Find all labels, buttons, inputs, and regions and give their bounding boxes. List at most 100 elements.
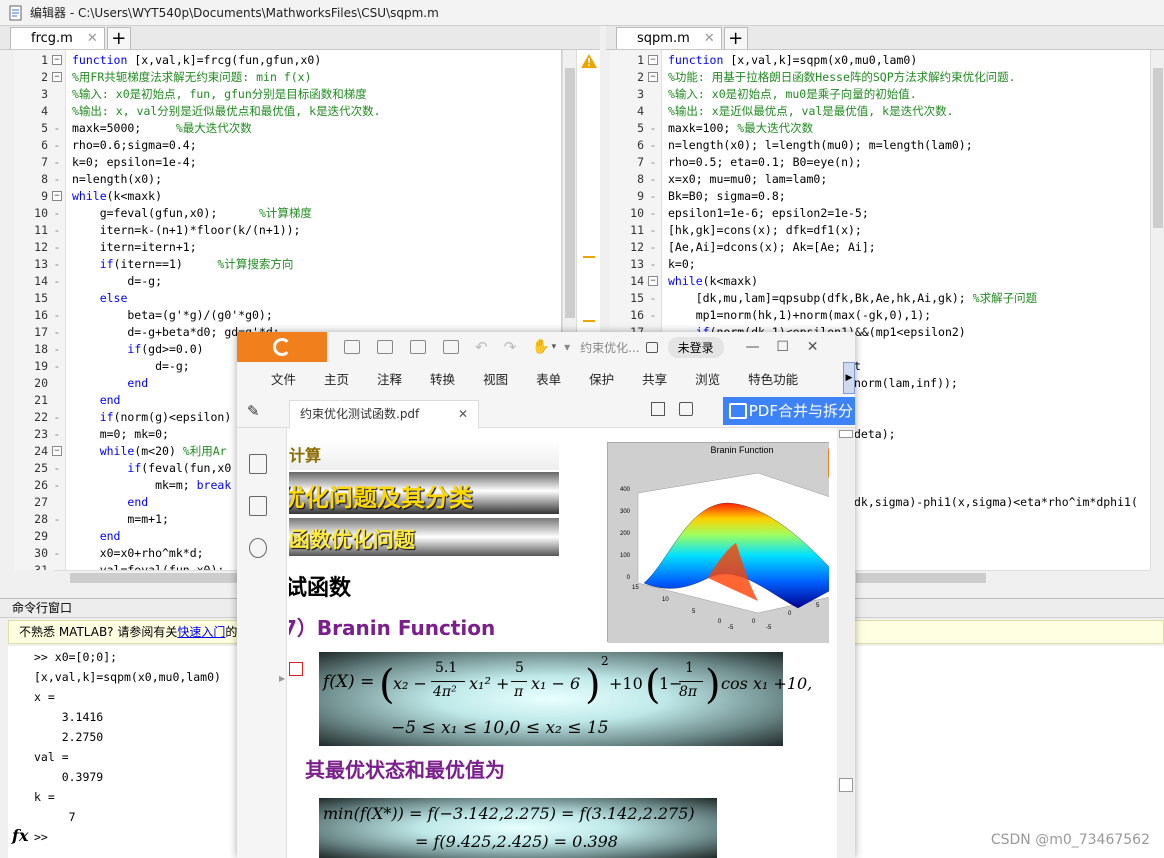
warning-marker[interactable] [583,256,595,258]
chevron-right-icon[interactable]: ▶ [843,362,855,394]
breakpoint-marker[interactable]: - [52,426,62,443]
warning-icon[interactable] [581,54,597,68]
code-line[interactable]: 7- k=0; epsilon=1e-4; [14,154,561,171]
code-line[interactable]: 14- d=-g; [14,273,561,290]
breakpoint-marker[interactable]: - [52,562,62,570]
code-line[interactable]: 15- [dk,mu,lam]=qpsubp(dfk,Bk,Ae,hk,Ai,g… [610,290,1153,307]
code-line[interactable]: 9− while(k<maxk) [14,188,561,205]
breakpoint-marker[interactable]: - [648,222,658,239]
breakpoint-marker[interactable]: - [52,511,62,528]
fold-toggle-icon[interactable]: − [648,72,658,82]
hand-tool-icon[interactable]: ✋ [532,339,549,355]
code-line[interactable]: 13- k=0; [610,256,1153,273]
edit-pen-icon[interactable]: ✎ [247,402,260,420]
breakpoint-marker[interactable]: - [648,171,658,188]
pdf-vertical-scrollbar[interactable] [837,428,855,858]
code-line[interactable]: 12- itern=itern+1; [14,239,561,256]
fold-toggle-icon[interactable]: − [648,276,658,286]
breakpoint-marker[interactable]: - [52,239,62,256]
grid-view-icon[interactable] [651,402,665,416]
breakpoint-marker[interactable]: - [648,256,658,273]
code-line[interactable]: 3 %输入: x0是初始点, mu0是乘子向量的初始值. [610,86,1153,103]
code-line[interactable]: 6- rho=0.6;sigma=0.4; [14,137,561,154]
menu-home[interactable]: 主页 [324,369,349,388]
pdf-document-tab[interactable]: 约束优化测试函数.pdf ✕ [289,400,479,428]
scroll-thumb[interactable] [839,778,853,792]
code-line[interactable]: 11- [hk,gk]=cons(x); dfk=df1(x); [610,222,1153,239]
breakpoint-marker[interactable]: - [52,256,62,273]
code-line[interactable]: 12- [Ae,Ai]=dcons(x); Ak=[Ae; Ai]; [610,239,1153,256]
tab-frcg[interactable]: frcg.m ✕ [10,27,105,49]
code-line[interactable]: 8- x=x0; mu=mu0; lam=lam0; [610,171,1153,188]
breakpoint-marker[interactable]: - [648,120,658,137]
fold-toggle-icon[interactable]: − [52,55,62,65]
new-file-icon[interactable] [443,340,459,354]
open-folder-icon[interactable] [344,340,360,354]
close-icon[interactable]: ✕ [87,31,98,46]
code-line[interactable]: 10- g=feval(gfun,x0); %计算梯度 [14,205,561,222]
fold-toggle-icon[interactable]: − [52,191,62,201]
getting-started-link[interactable]: 快速入门 [177,625,225,639]
menu-protect[interactable]: 保护 [589,369,614,388]
redo-icon[interactable]: ↷ [504,338,517,356]
close-icon[interactable]: ✕ [458,401,468,427]
code-line[interactable]: 4 %输出: x是近似最优点, val是最优值, k是迭代次数. [610,103,1153,120]
code-line[interactable]: 2− %功能: 用基于拉格朗日函数Hesse阵的SQP方法求解约束优化问题. [610,69,1153,86]
scroll-thumb[interactable] [565,68,575,318]
breakpoint-marker[interactable]: - [648,137,658,154]
breakpoint-marker[interactable]: - [52,154,62,171]
new-tab-button[interactable]: + [723,27,748,49]
code-line[interactable]: 2− %用FR共轭梯度法求解无约束问题: min f(x) [14,69,561,86]
code-line[interactable]: 11- itern=k-(n+1)*floor(k/(n+1)); [14,222,561,239]
menu-comment[interactable]: 注释 [377,369,402,388]
breakpoint-marker[interactable]: - [648,154,658,171]
menu-features[interactable]: 特色功能 [748,369,798,388]
annotation-marker[interactable] [289,662,303,676]
menu-view[interactable]: 视图 [483,369,508,388]
right-vertical-scrollbar[interactable] [1150,50,1164,570]
fold-toggle-icon[interactable]: − [648,55,658,65]
pdf-reader-window[interactable]: ↶ ↷ ✋ ▾ ▾ 约束优化... 未登录 — ☐ ✕ 文件 主页 注释 转换 … [237,332,855,858]
code-line[interactable]: 8- n=length(x0); [14,171,561,188]
breakpoint-marker[interactable]: - [52,137,62,154]
code-line[interactable]: 15 else [14,290,561,307]
login-button[interactable]: 未登录 [667,336,724,358]
command-prompt[interactable]: >> [34,830,48,844]
save-icon[interactable] [377,340,393,354]
code-line[interactable]: 4 %输出: x, val分别是近似最优点和最优值, k是迭代次数. [14,103,561,120]
code-line[interactable]: 14− while(k<maxk) [610,273,1153,290]
menu-browse[interactable]: 浏览 [695,369,720,388]
chevron-down-icon[interactable]: ▾ [552,342,557,352]
breakpoint-marker[interactable]: - [648,290,658,307]
breakpoint-marker[interactable]: - [52,205,62,222]
undo-icon[interactable]: ↶ [475,338,488,356]
code-line[interactable]: 6- n=length(x0); l=length(mu0); m=length(… [610,137,1153,154]
menu-convert[interactable]: 转换 [430,369,455,388]
chevron-down-icon[interactable]: ▾ [564,340,570,354]
breakpoint-marker[interactable]: - [52,222,62,239]
comment-icon[interactable] [249,538,267,558]
close-icon[interactable]: ✕ [704,31,715,46]
breakpoint-marker[interactable]: - [52,409,62,426]
tab-sqpm[interactable]: sqpm.m ✕ [616,27,722,49]
code-line[interactable]: 5- maxk=100; %最大迭代次数 [610,120,1153,137]
code-line[interactable]: 1− function [x,val,k]=sqpm(x0,mu0,lam0) [610,52,1153,69]
document-icon[interactable] [679,402,693,416]
scroll-thumb[interactable] [856,573,986,583]
expand-arrow-icon[interactable]: ▶ [279,674,285,683]
fold-toggle-icon[interactable]: − [52,446,62,456]
bookmark-icon[interactable] [249,454,267,474]
menu-share[interactable]: 共享 [642,369,667,388]
breakpoint-marker[interactable]: - [52,358,62,375]
minimize-button[interactable]: — [738,339,768,355]
breakpoint-marker[interactable]: - [52,545,62,562]
right-horizontal-scrollbar[interactable] [856,570,1150,584]
breakpoint-marker[interactable]: - [52,120,62,137]
code-line[interactable]: 9- Bk=B0; sigma=0.8; [610,188,1153,205]
breakpoint-marker[interactable]: - [648,239,658,256]
breakpoint-marker[interactable]: - [648,205,658,222]
pdf-merge-split-button[interactable]: PDF合并与拆分 [722,397,855,425]
function-browser-icon[interactable]: fx [12,826,28,845]
lock-icon[interactable] [645,341,658,353]
pages-icon[interactable] [249,496,267,516]
